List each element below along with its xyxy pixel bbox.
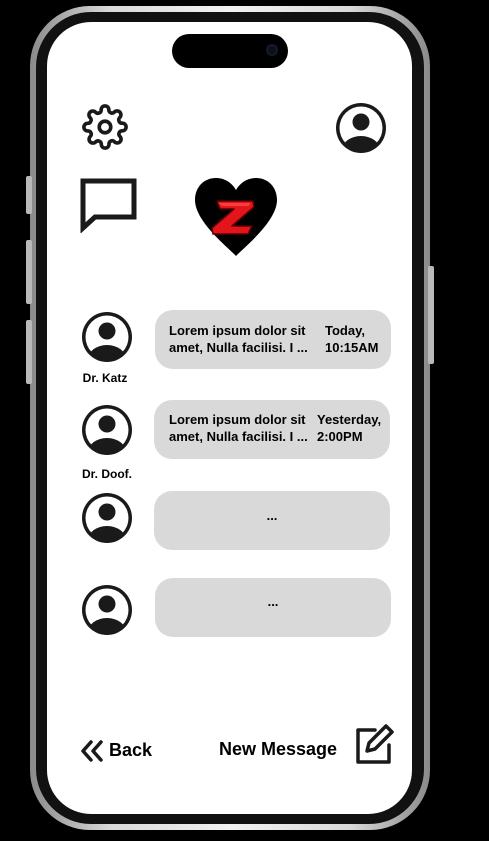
side-button-volume-up (26, 240, 32, 304)
message-time: Yesterday, (317, 412, 382, 427)
side-button-mute (26, 176, 32, 214)
back-label: Back (109, 740, 153, 760)
app-logo (192, 176, 280, 258)
message-time: 2:00PM (317, 429, 363, 444)
user-circle-icon (82, 312, 132, 362)
new-message-button[interactable]: New Message (219, 722, 395, 768)
avatar[interactable] (79, 309, 135, 365)
user-circle-icon (82, 585, 132, 635)
side-button-volume-down (26, 320, 32, 384)
heart-z-logo-icon (195, 178, 277, 256)
message-preview-bubble[interactable]: Lorem ipsum dolor sit amet, Nulla facili… (154, 400, 390, 459)
side-button-power (428, 266, 434, 364)
back-button[interactable]: Back (80, 738, 160, 764)
avatar[interactable] (79, 490, 135, 546)
profile-button[interactable] (333, 100, 389, 156)
settings-button[interactable] (82, 104, 128, 150)
message-preview-placeholder: ... (266, 508, 278, 523)
contact-name: Dr. Doof. (82, 467, 132, 481)
message-preview-line: Lorem ipsum dolor sit (169, 412, 306, 427)
message-time: 10:15AM (325, 340, 379, 355)
gear-icon (82, 104, 128, 150)
message-preview-bubble[interactable]: ... (154, 491, 390, 550)
message-preview-placeholder: ... (267, 594, 279, 609)
message-time: Today, (325, 323, 365, 338)
contact-name: Dr. Katz (82, 371, 128, 385)
message-preview-bubble[interactable]: Lorem ipsum dolor sit amet, Nulla facili… (155, 310, 391, 369)
new-message-label: New Message (219, 739, 338, 759)
camera-icon (266, 44, 278, 56)
user-circle-icon (82, 493, 132, 543)
compose-icon (356, 724, 394, 764)
user-circle-icon (82, 405, 132, 455)
user-circle-icon (336, 103, 386, 153)
message-preview-line: amet, Nulla facilisi. I ... (169, 429, 308, 444)
avatar[interactable] (79, 402, 135, 458)
messages-button[interactable] (79, 177, 139, 233)
message-preview-line: Lorem ipsum dolor sit (169, 323, 306, 338)
chat-bubble-icon (80, 178, 137, 233)
message-preview-line: amet, Nulla facilisi. I ... (169, 340, 308, 355)
double-chevron-left-icon (81, 740, 103, 762)
message-preview-bubble[interactable]: ... (155, 578, 391, 637)
avatar[interactable] (79, 582, 135, 638)
